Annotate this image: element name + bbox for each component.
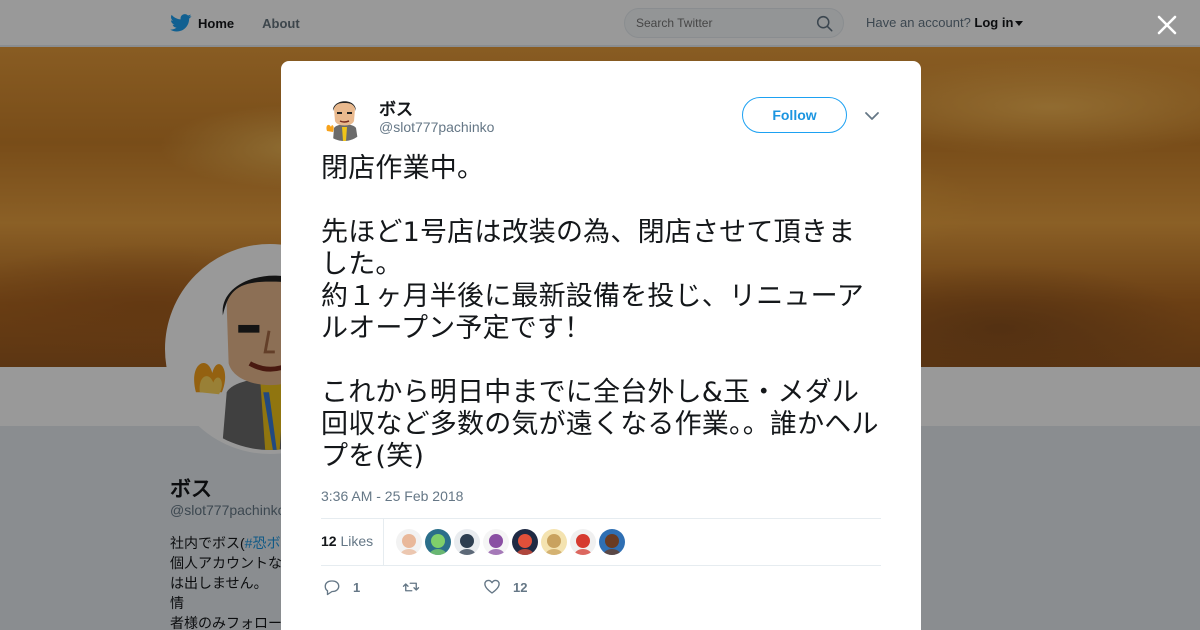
divider-top — [321, 518, 881, 519]
liker-1-avatar[interactable] — [396, 529, 422, 555]
chevron-down-icon[interactable] — [864, 108, 880, 124]
like-button[interactable]: 12 — [483, 578, 527, 596]
retweet-icon — [402, 582, 420, 592]
liker-6-avatar[interactable] — [541, 529, 567, 555]
likes-number: 12 — [321, 533, 337, 549]
liker-3-avatar[interactable] — [454, 529, 480, 555]
close-icon[interactable] — [1156, 14, 1178, 36]
divider-bottom — [321, 565, 881, 566]
tweet-timestamp[interactable]: 3:36 AM - 25 Feb 2018 — [321, 488, 463, 504]
retweet-button[interactable] — [402, 578, 432, 596]
likes-label: Likes — [340, 533, 374, 549]
liker-5-avatar[interactable] — [512, 529, 538, 555]
likers-list — [396, 529, 628, 555]
liker-8-avatar[interactable] — [599, 529, 625, 555]
follow-button[interactable]: Follow — [742, 97, 847, 133]
liker-7-avatar[interactable] — [570, 529, 596, 555]
tweet-author-handle[interactable]: @slot777pachinko — [379, 119, 494, 135]
likes-stat[interactable]: 12 Likes — [321, 533, 373, 549]
stats-separator — [383, 518, 384, 566]
tweet-modal: ボス @slot777pachinko Follow 閉店作業中。 先ほど1号店… — [281, 61, 921, 630]
reply-count: 1 — [353, 579, 361, 595]
reply-button[interactable]: 1 — [323, 578, 360, 596]
like-count: 12 — [513, 579, 528, 595]
liker-2-avatar[interactable] — [425, 529, 451, 555]
tweet-text: 閉店作業中。 先ほど1号店は改装の為、閉店させて頂きました。 約１ヶ月半後に最新… — [321, 153, 879, 472]
liker-4-avatar[interactable] — [483, 529, 509, 555]
tweet-author-avatar[interactable] — [321, 95, 367, 141]
tweet-author-name[interactable]: ボス — [379, 95, 413, 120]
heart-icon — [484, 579, 500, 594]
reply-icon — [324, 580, 340, 596]
